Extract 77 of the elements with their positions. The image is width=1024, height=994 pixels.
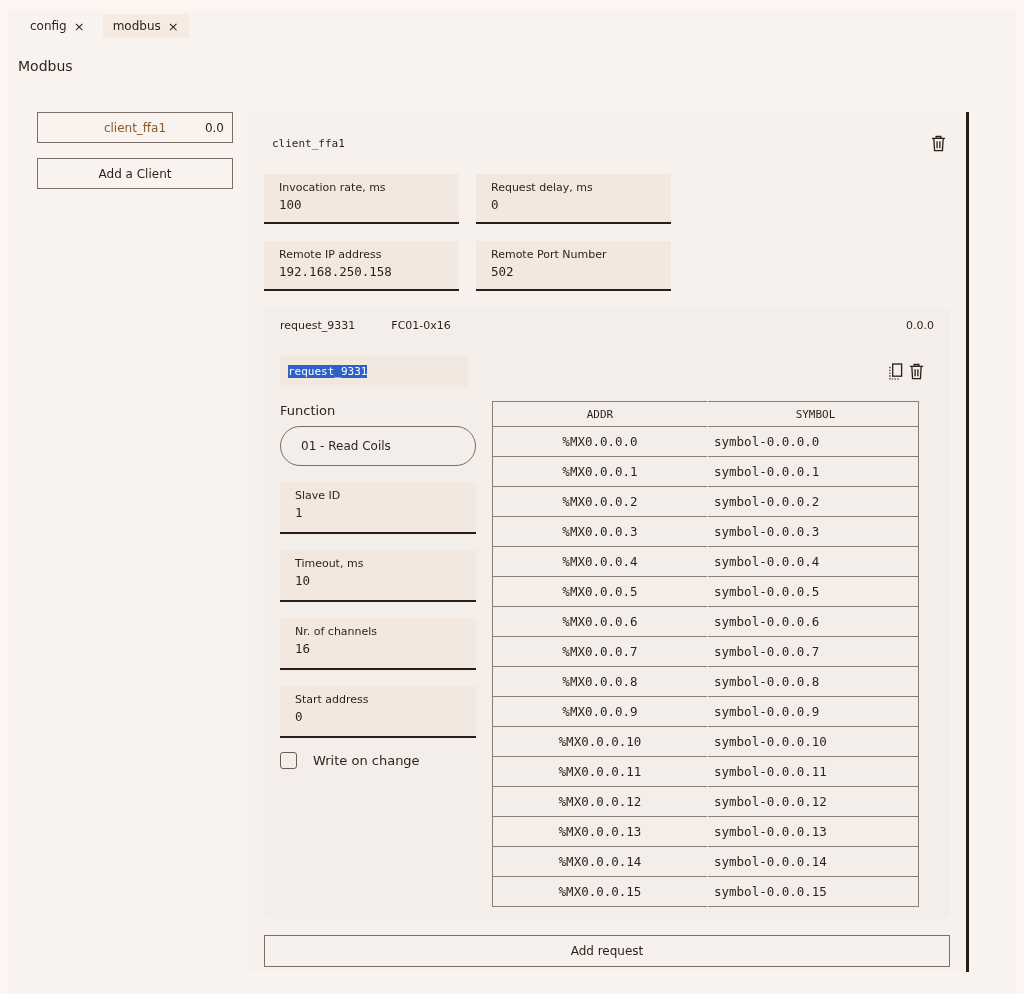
- field-label: Remote IP address: [279, 248, 383, 261]
- table-cell: symbol-0.0.0.0: [707, 426, 919, 457]
- page-title: Modbus: [18, 58, 74, 74]
- table-cell: %MX0.0.0.11: [492, 756, 708, 787]
- table-cell: symbol-0.0.0.14: [707, 846, 919, 877]
- field-value: 100: [279, 197, 303, 212]
- close-icon[interactable]: ×: [167, 18, 179, 34]
- client-name: client_ffa1: [272, 136, 345, 150]
- table-cell: %MX0.0.0.5: [492, 576, 708, 607]
- version-label: 0.0.0: [906, 319, 934, 332]
- name-field[interactable]: request_9331: [280, 356, 468, 387]
- input-field[interactable]: Remote Port Number 502: [476, 241, 671, 291]
- table-cell: symbol-0.0.0.12: [707, 786, 919, 817]
- checkbox[interactable]: [280, 752, 297, 769]
- copy-icon[interactable]: [888, 363, 903, 380]
- table-cell: %MX0.0.0.6: [492, 606, 708, 637]
- field-value: 10: [295, 573, 312, 588]
- field-label: Request delay, ms: [491, 181, 594, 194]
- table-cell: symbol-0.0.0.15: [707, 876, 919, 907]
- field-label: Nr. of channels: [295, 625, 379, 638]
- field-label: Start address: [295, 693, 370, 706]
- close-icon[interactable]: ×: [73, 18, 85, 34]
- field-label: Remote Port Number: [491, 248, 608, 261]
- table-cell: %MX0.0.0.14: [492, 846, 708, 877]
- table-cell: %MX0.0.0.1: [492, 456, 708, 487]
- table-cell: %MX0.0.0.15: [492, 876, 708, 907]
- table-cell: symbol-0.0.0.4: [707, 546, 919, 577]
- table-cell: %MX0.0.0.3: [492, 516, 708, 547]
- field-label: Invocation rate, ms: [279, 181, 387, 194]
- add-client-button[interactable]: Add a Client: [37, 158, 233, 189]
- table-cell: symbol-0.0.0.1: [707, 456, 919, 487]
- field-label: Timeout, ms: [295, 557, 365, 570]
- table-cell: %MX0.0.0.4: [492, 546, 708, 577]
- function-label: Function: [280, 403, 337, 418]
- table-cell: %MX0.0.0.8: [492, 666, 708, 697]
- tab[interactable]: modbus ×: [102, 14, 189, 38]
- table-cell: %MX0.0.0.12: [492, 786, 708, 817]
- input-field[interactable]: Slave ID 1: [280, 482, 476, 534]
- table-cell: symbol-0.0.0.9: [707, 696, 919, 727]
- column-header: ADDR: [492, 401, 708, 427]
- table-cell: %MX0.0.0.0: [492, 426, 708, 457]
- field-value: 0: [491, 197, 500, 212]
- trash-icon[interactable]: [931, 134, 946, 152]
- trash-icon[interactable]: [909, 363, 924, 380]
- input-field[interactable]: Remote IP address 192.168.250.158: [264, 241, 459, 291]
- input-field[interactable]: Nr. of channels 16: [280, 618, 476, 670]
- table-cell: symbol-0.0.0.5: [707, 576, 919, 607]
- table-cell: %MX0.0.0.9: [492, 696, 708, 727]
- input-field[interactable]: Timeout, ms 10: [280, 550, 476, 602]
- client-item[interactable]: client_ffa1 0.0: [37, 112, 233, 143]
- input-field[interactable]: Start address 0: [280, 686, 476, 738]
- field-value: 0: [295, 709, 304, 724]
- table-cell: %MX0.0.0.7: [492, 636, 708, 667]
- table-cell: symbol-0.0.0.3: [707, 516, 919, 547]
- table-cell: symbol-0.0.0.2: [707, 486, 919, 517]
- request-name: request_9331: [280, 319, 356, 332]
- tab[interactable]: config ×: [20, 14, 95, 38]
- table-cell: symbol-0.0.0.7: [707, 636, 919, 667]
- field-value: 192.168.250.158: [279, 264, 393, 279]
- table-cell: symbol-0.0.0.13: [707, 816, 919, 847]
- function-code: FC01-0x16: [391, 319, 451, 332]
- field-value: 1: [295, 505, 304, 520]
- field-value: 16: [295, 641, 312, 656]
- table-cell: symbol-0.0.0.11: [707, 756, 919, 787]
- table-cell: %MX0.0.0.2: [492, 486, 708, 517]
- checkbox-label: Write on change: [313, 753, 420, 768]
- input-field[interactable]: Invocation rate, ms 100: [264, 174, 459, 224]
- add-request-button[interactable]: Add request: [264, 935, 950, 967]
- input-field[interactable]: Request delay, ms 0: [476, 174, 671, 224]
- table-cell: %MX0.0.0.13: [492, 816, 708, 847]
- field-label: Slave ID: [295, 489, 342, 502]
- table-cell: symbol-0.0.0.6: [707, 606, 919, 637]
- field-value: 502: [491, 264, 515, 279]
- table-cell: symbol-0.0.0.10: [707, 726, 919, 757]
- table-cell: symbol-0.0.0.8: [707, 666, 919, 697]
- table-cell: %MX0.0.0.10: [492, 726, 708, 757]
- column-header: SYMBOL: [707, 401, 919, 427]
